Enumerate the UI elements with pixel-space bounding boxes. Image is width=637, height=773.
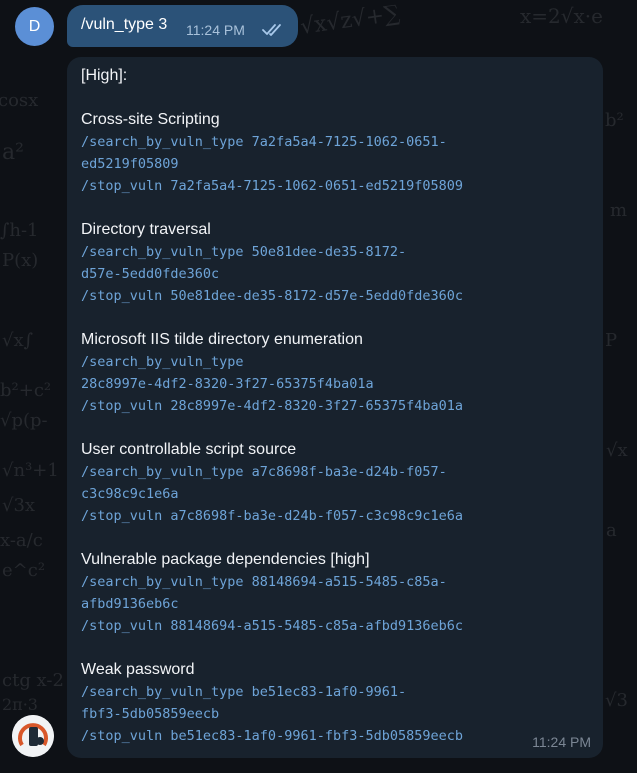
incoming-message-body: [High]: Cross-site Scripting/search_by_v… <box>81 65 595 747</box>
stop-vuln-command-link[interactable]: /stop_vuln a7c8698f-ba3e-d24b-f057-c3c98… <box>81 505 595 527</box>
avatar-letter: D <box>28 17 41 35</box>
vuln-title: User controllable script source <box>81 441 297 458</box>
search-command-link[interactable]: /search_by_vuln_type 88148694-a515-5485-… <box>81 571 595 593</box>
command-link-continuation[interactable]: ed5219f05809 <box>81 153 595 175</box>
stop-vuln-command-link[interactable]: /stop_vuln 7a2fa5a4-7125-1062-0651-ed521… <box>81 175 595 197</box>
double-check-icon <box>262 24 281 36</box>
search-command-link[interactable]: /search_by_vuln_type be51ec83-1af0-9961- <box>81 681 595 703</box>
outgoing-message-time: 11:24 PM <box>186 22 245 38</box>
vuln-title: Cross-site Scripting <box>81 111 220 128</box>
outgoing-message-text: /vuln_type 3 <box>81 16 168 33</box>
user-avatar[interactable]: D <box>15 7 54 46</box>
incoming-message[interactable]: [High]: Cross-site Scripting/search_by_v… <box>67 57 603 758</box>
search-command-link[interactable]: /search_by_vuln_type a7c8698f-ba3e-d24b-… <box>81 461 595 483</box>
vuln-title: Vulnerable package dependencies [high] <box>81 551 370 568</box>
command-link-continuation[interactable]: c3c98c9c1e6a <box>81 483 595 505</box>
search-command-link[interactable]: /search_by_vuln_type <box>81 351 595 373</box>
outgoing-message[interactable]: /vuln_type 3 11:24 PM <box>67 5 298 47</box>
severity-header: [High]: <box>81 67 128 84</box>
search-command-link[interactable]: /search_by_vuln_type 7a2fa5a4-7125-1062-… <box>81 131 595 153</box>
command-link-continuation[interactable]: 28c8997e-4df2-8320-3f27-65375f4ba01a <box>81 373 595 395</box>
search-command-link[interactable]: /search_by_vuln_type 50e81dee-de35-8172- <box>81 241 595 263</box>
vuln-title: Directory traversal <box>81 221 211 238</box>
stop-vuln-command-link[interactable]: /stop_vuln be51ec83-1af0-9961-fbf3-5db05… <box>81 725 595 747</box>
command-link-continuation[interactable]: afbd9136eb6c <box>81 593 595 615</box>
command-link-continuation[interactable]: fbf3-5db05859eecb <box>81 703 595 725</box>
command-link-continuation[interactable]: d57e-5edd0fde360c <box>81 263 595 285</box>
stop-vuln-command-link[interactable]: /stop_vuln 28c8997e-4df2-8320-3f27-65375… <box>81 395 595 417</box>
vuln-title: Weak password <box>81 661 195 678</box>
stop-vuln-command-link[interactable]: /stop_vuln 88148694-a515-5485-c85a-afbd9… <box>81 615 595 637</box>
stop-vuln-command-link[interactable]: /stop_vuln 50e81dee-de35-8172-d57e-5edd0… <box>81 285 595 307</box>
vuln-title: Microsoft IIS tilde directory enumeratio… <box>81 331 363 348</box>
bot-logo-icon <box>12 715 54 757</box>
bot-avatar[interactable] <box>12 715 54 757</box>
incoming-message-time: 11:24 PM <box>532 734 591 750</box>
